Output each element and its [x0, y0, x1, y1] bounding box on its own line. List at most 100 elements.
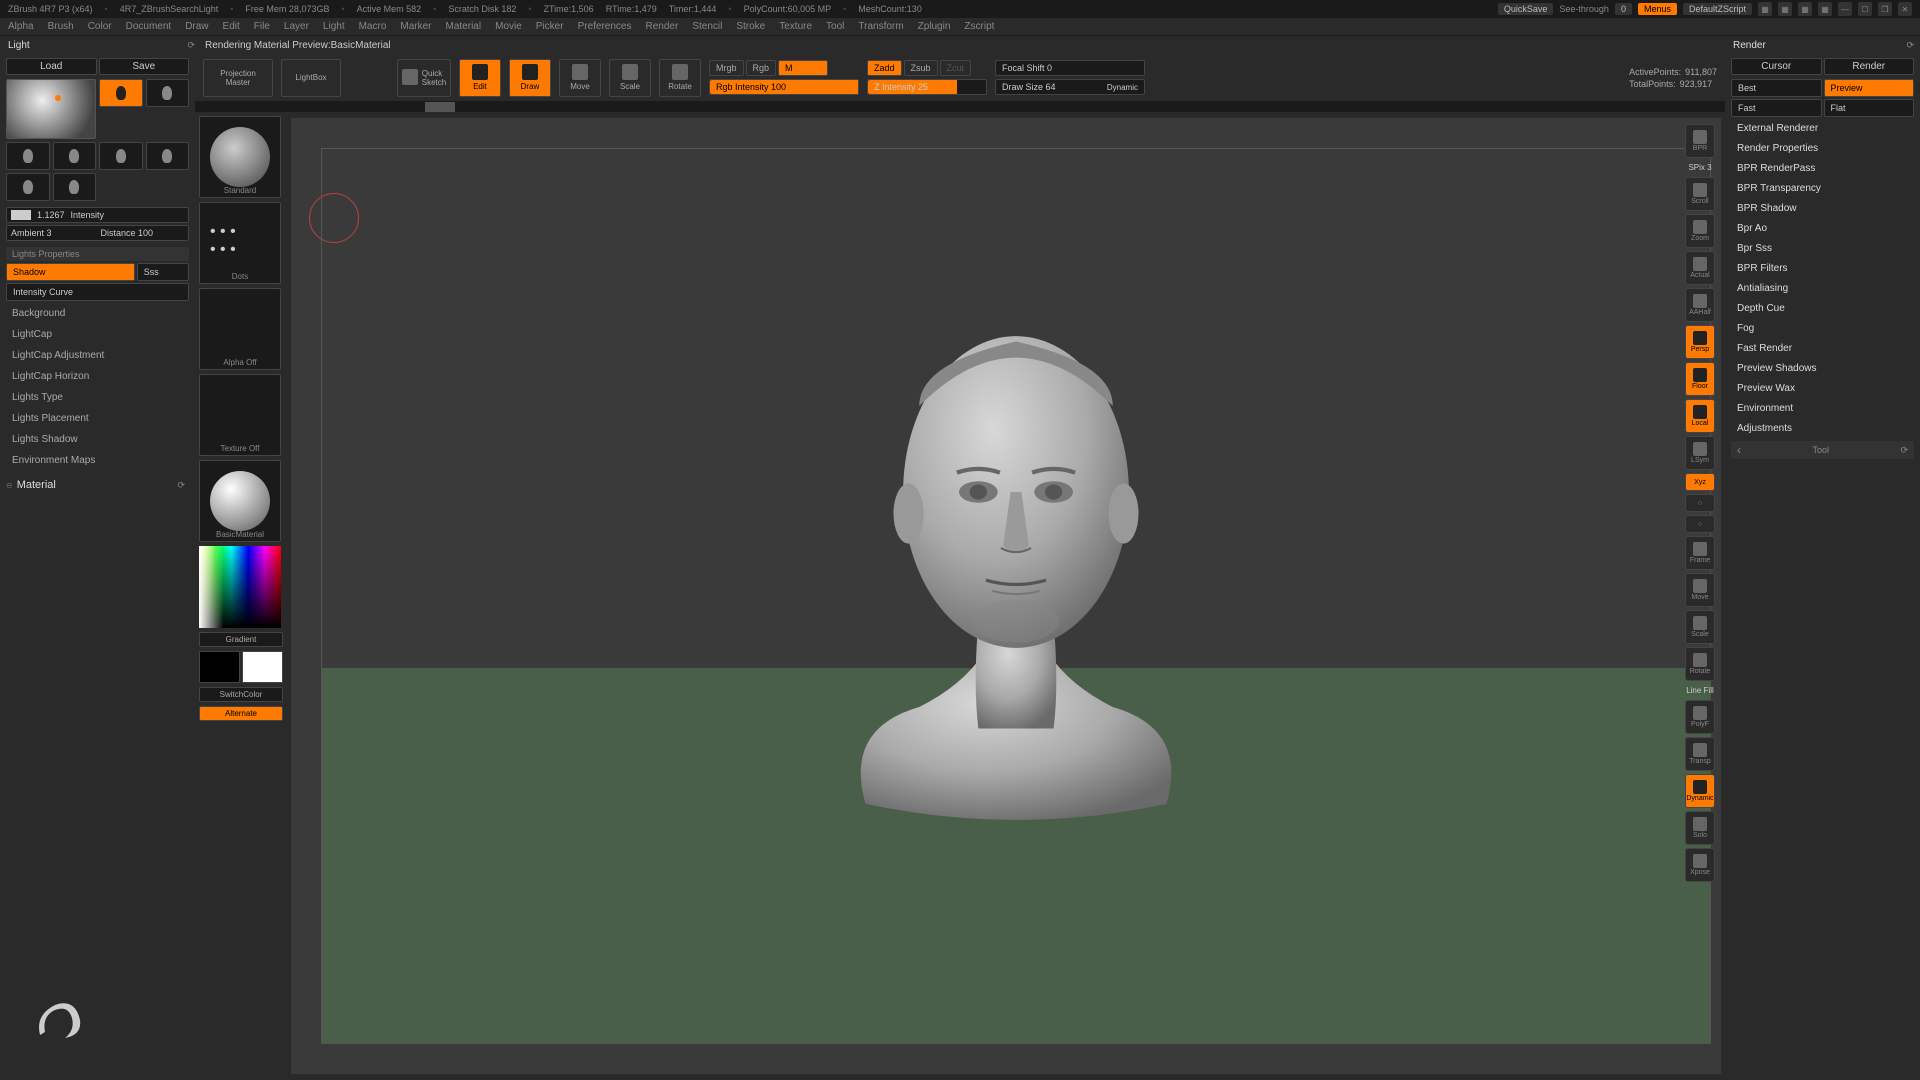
minimize-icon[interactable]: —: [1838, 2, 1852, 16]
menu-texture[interactable]: Texture: [779, 21, 812, 32]
menu-color[interactable]: Color: [88, 21, 112, 32]
menus-button[interactable]: Menus: [1638, 3, 1677, 15]
menu-stroke[interactable]: Stroke: [736, 21, 765, 32]
seethrough-value[interactable]: 0: [1615, 3, 1632, 15]
actual-button[interactable]: Actual: [1685, 251, 1715, 285]
bpr-transparency-item[interactable]: BPR Transparency: [1731, 180, 1914, 197]
lights-shadow-item[interactable]: Lights Shadow: [6, 431, 189, 448]
external-renderer-item[interactable]: External Renderer: [1731, 120, 1914, 137]
edit-button[interactable]: Edit: [459, 59, 501, 97]
timeline[interactable]: [195, 102, 1725, 112]
rotate-button[interactable]: Rotate: [659, 59, 701, 97]
menu-picker[interactable]: Picker: [536, 21, 564, 32]
intensity-slider[interactable]: 1.1267Intensity: [6, 207, 189, 223]
maximize-icon[interactable]: ☐: [1858, 2, 1872, 16]
collapse-icon[interactable]: ⊖: [6, 481, 13, 490]
scale-view-button[interactable]: Scale: [1685, 610, 1715, 644]
antialiasing-item[interactable]: Antialiasing: [1731, 280, 1914, 297]
draw-button[interactable]: Draw: [509, 59, 551, 97]
solo-button[interactable]: Solo: [1685, 811, 1715, 845]
gradient-button[interactable]: Gradient: [199, 632, 283, 647]
color-picker[interactable]: [199, 546, 281, 628]
stroke-dots[interactable]: Dots: [199, 202, 281, 284]
menu-layer[interactable]: Layer: [284, 21, 309, 32]
transp-button[interactable]: Transp: [1685, 737, 1715, 771]
draw-size-slider[interactable]: Draw Size 64Dynamic: [995, 79, 1145, 95]
white-swatch[interactable]: [242, 651, 283, 683]
spix-label[interactable]: SPix 3: [1685, 163, 1715, 172]
layout-icon-4[interactable]: ▦: [1818, 2, 1832, 16]
menu-marker[interactable]: Marker: [400, 21, 431, 32]
bpr-renderpass-item[interactable]: BPR RenderPass: [1731, 160, 1914, 177]
scale-button[interactable]: Scale: [609, 59, 651, 97]
light-slot-1[interactable]: [99, 79, 143, 107]
menu-preferences[interactable]: Preferences: [578, 21, 632, 32]
projection-master-button[interactable]: Projection Master: [203, 59, 273, 97]
quicksave-button[interactable]: QuickSave: [1498, 3, 1554, 15]
rgb-intensity-slider[interactable]: Rgb Intensity 100: [709, 79, 859, 95]
m-button[interactable]: M: [778, 60, 828, 76]
lights-placement-item[interactable]: Lights Placement: [6, 410, 189, 427]
menu-render[interactable]: Render: [646, 21, 679, 32]
menu-edit[interactable]: Edit: [223, 21, 240, 32]
layout-icon-1[interactable]: ▦: [1758, 2, 1772, 16]
lights-type-item[interactable]: Lights Type: [6, 389, 189, 406]
refresh-icon-right[interactable]: ⟳: [1906, 40, 1914, 51]
mrgb-button[interactable]: Mrgb: [709, 60, 744, 76]
menu-zscript[interactable]: Zscript: [964, 21, 994, 32]
z-intensity-slider[interactable]: Z Intensity 25: [867, 79, 987, 95]
bpr-button[interactable]: BPR: [1685, 124, 1715, 158]
brush-standard[interactable]: Standard: [199, 116, 281, 198]
render-properties-item[interactable]: Render Properties: [1731, 140, 1914, 157]
environment-maps-item[interactable]: Environment Maps: [6, 452, 189, 469]
menu-movie[interactable]: Movie: [495, 21, 522, 32]
move-view-button[interactable]: Move: [1685, 573, 1715, 607]
timeline-handle[interactable]: [425, 102, 455, 112]
switchcolor-button[interactable]: SwitchColor: [199, 687, 283, 702]
quicksketch-button[interactable]: Quick Sketch: [397, 59, 451, 97]
polyf-button[interactable]: PolyF: [1685, 700, 1715, 734]
light-slot-5[interactable]: [99, 142, 143, 170]
floor-button[interactable]: Floor: [1685, 362, 1715, 396]
sss-button[interactable]: Sss: [137, 263, 189, 281]
zsub-button[interactable]: Zsub: [904, 60, 938, 76]
light-slot-8[interactable]: [53, 173, 97, 201]
lightcap-adjustment-item[interactable]: LightCap Adjustment: [6, 347, 189, 364]
bpr-ao-item[interactable]: Bpr Ao: [1731, 220, 1914, 237]
restore-icon[interactable]: ❐: [1878, 2, 1892, 16]
lightbox-button[interactable]: LightBox: [281, 59, 341, 97]
background-item[interactable]: Background: [6, 305, 189, 322]
ambient-slider[interactable]: Ambient 3: [11, 228, 95, 238]
focal-shift-slider[interactable]: Focal Shift 0: [995, 60, 1145, 76]
light-slot-2[interactable]: [146, 79, 190, 107]
dynamic-button[interactable]: Dynamic: [1685, 774, 1715, 808]
menu-zplugin[interactable]: Zplugin: [918, 21, 951, 32]
preview-wax-item[interactable]: Preview Wax: [1731, 380, 1914, 397]
render-tab[interactable]: Render: [1824, 58, 1915, 75]
lightcap-item[interactable]: LightCap: [6, 326, 189, 343]
zadd-button[interactable]: Zadd: [867, 60, 902, 76]
preview-shadows-item[interactable]: Preview Shadows: [1731, 360, 1914, 377]
aahalf-button[interactable]: AAHalf: [1685, 288, 1715, 322]
fog-item[interactable]: Fog: [1731, 320, 1914, 337]
alternate-button[interactable]: Alternate: [199, 706, 283, 721]
fast-button[interactable]: Fast: [1731, 99, 1822, 117]
fast-render-item[interactable]: Fast Render: [1731, 340, 1914, 357]
layout-icon-2[interactable]: ▦: [1778, 2, 1792, 16]
tool-section-header[interactable]: ‹ Tool ⟳: [1731, 441, 1914, 459]
depth-cue-item[interactable]: Depth Cue: [1731, 300, 1914, 317]
load-button[interactable]: Load: [6, 58, 97, 75]
rgb-button[interactable]: Rgb: [746, 60, 777, 76]
texture-off[interactable]: Texture Off: [199, 374, 281, 456]
light-slot-7[interactable]: [6, 173, 50, 201]
menu-draw[interactable]: Draw: [185, 21, 208, 32]
best-button[interactable]: Best: [1731, 79, 1822, 97]
material-basic[interactable]: BasicMaterial: [199, 460, 281, 542]
menu-transform[interactable]: Transform: [858, 21, 903, 32]
xpose-button[interactable]: Xpose: [1685, 848, 1715, 882]
move-button[interactable]: Move: [559, 59, 601, 97]
lsym-button[interactable]: LSym: [1685, 436, 1715, 470]
refresh-icon[interactable]: ⟳: [187, 40, 195, 51]
close-icon[interactable]: ✕: [1898, 2, 1912, 16]
menu-light[interactable]: Light: [323, 21, 345, 32]
